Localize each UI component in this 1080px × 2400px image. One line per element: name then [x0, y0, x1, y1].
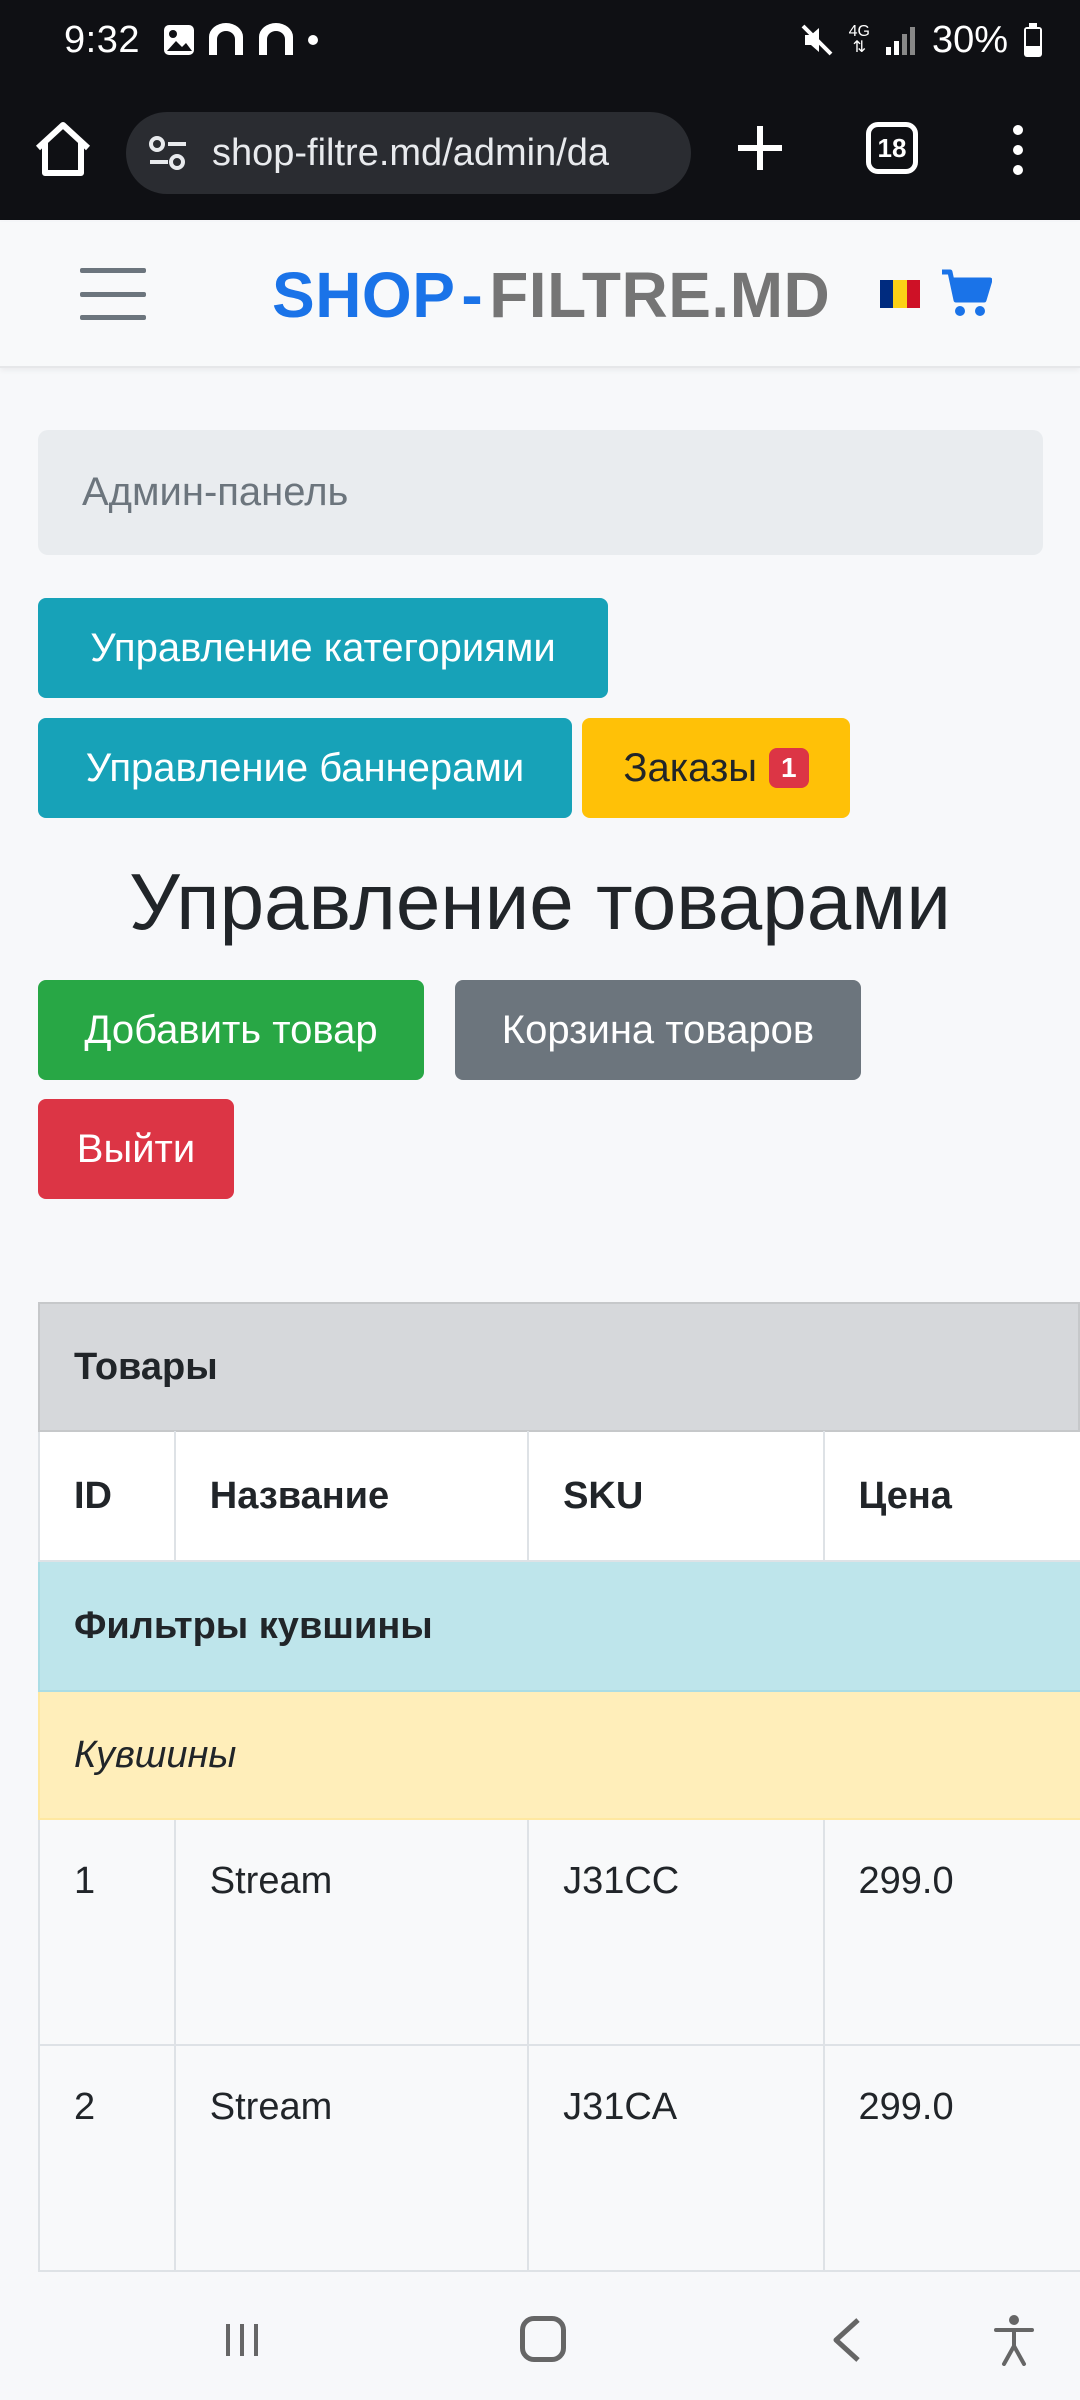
- product-name: Stream: [176, 1820, 530, 2044]
- product-trash-button[interactable]: Корзина товаров: [455, 980, 861, 1080]
- new-tab-icon[interactable]: [732, 120, 788, 176]
- site-header: SHOP-FILTRE.MD: [0, 222, 1080, 368]
- hamburger-menu-icon[interactable]: [80, 268, 146, 320]
- manage-banners-button[interactable]: Управление баннерами: [38, 718, 572, 818]
- back-icon[interactable]: [828, 2316, 864, 2364]
- home-icon[interactable]: [30, 116, 96, 182]
- app-notification-icon-2: [258, 23, 293, 55]
- accessibility-icon[interactable]: [992, 2314, 1036, 2366]
- tab-switcher-button[interactable]: 18: [866, 122, 918, 174]
- more-menu-icon[interactable]: [1005, 122, 1031, 178]
- product-id: 2: [40, 2046, 176, 2270]
- table-caption: Товары: [38, 1302, 1080, 1432]
- browser-toolbar: shop-filtre.md/admin/da 18: [0, 80, 1080, 220]
- battery-percent: 30%: [931, 18, 1008, 61]
- orders-count-badge: 1: [769, 748, 809, 788]
- cart-icon[interactable]: [940, 268, 992, 318]
- admin-panel-heading: Админ-панель: [38, 430, 1043, 555]
- romania-flag-icon[interactable]: [880, 280, 920, 308]
- add-product-button[interactable]: Добавить товар: [38, 980, 424, 1080]
- product-name: Stream: [176, 2046, 530, 2270]
- products-table: Товары ID Название SKU Цена Фильтры кувш…: [38, 1302, 1080, 2272]
- orders-label: Заказы: [623, 745, 758, 790]
- manage-categories-button[interactable]: Управление категориями: [38, 598, 608, 698]
- product-sku: J31CA: [529, 2046, 825, 2270]
- column-header-price: Цена: [858, 1474, 952, 1517]
- status-bar: 9:32 4G ⇅ 30%: [0, 0, 1080, 80]
- battery-icon: [1024, 23, 1042, 57]
- gallery-notification-icon: [163, 25, 194, 55]
- product-id: 1: [40, 1820, 176, 2044]
- product-price: 299.0: [858, 1860, 954, 1902]
- product-sku: J31CC: [529, 1820, 825, 2044]
- recent-apps-icon[interactable]: [222, 2320, 262, 2360]
- orders-button[interactable]: Заказы 1: [582, 718, 850, 818]
- category-group-row: Фильтры кувшины: [38, 1562, 1080, 1692]
- more-notifications-dot-icon: [307, 35, 318, 45]
- app-notification-icon: [208, 23, 243, 55]
- home-nav-icon[interactable]: [520, 2316, 566, 2362]
- url-text: shop-filtre.md/admin/da: [212, 131, 610, 174]
- column-header-id: ID: [40, 1431, 176, 1561]
- column-header-name: Название: [176, 1431, 530, 1561]
- table-row[interactable]: 2 Stream J31CA 299.0: [38, 2046, 1080, 2272]
- table-row[interactable]: 1 Stream J31CC 299.0: [38, 1820, 1080, 2046]
- signal-icon: [885, 27, 915, 55]
- column-header-sku: SKU: [529, 1431, 825, 1561]
- logout-button[interactable]: Выйти: [38, 1099, 234, 1199]
- status-time: 9:32: [64, 18, 140, 61]
- table-header-row: ID Название SKU Цена: [38, 1431, 1080, 1562]
- site-logo[interactable]: SHOP-FILTRE.MD: [272, 258, 830, 332]
- system-navigation-bar: [0, 2272, 1080, 2400]
- network-type-icon: 4G ⇅: [848, 23, 870, 56]
- product-price: 299.0: [858, 2086, 954, 2128]
- subcategory-row: Кувшины: [38, 1692, 1080, 1820]
- address-bar[interactable]: shop-filtre.md/admin/da: [126, 112, 691, 194]
- site-settings-icon[interactable]: [146, 131, 190, 175]
- mute-icon: [801, 24, 833, 56]
- page-title: Управление товарами: [129, 857, 951, 946]
